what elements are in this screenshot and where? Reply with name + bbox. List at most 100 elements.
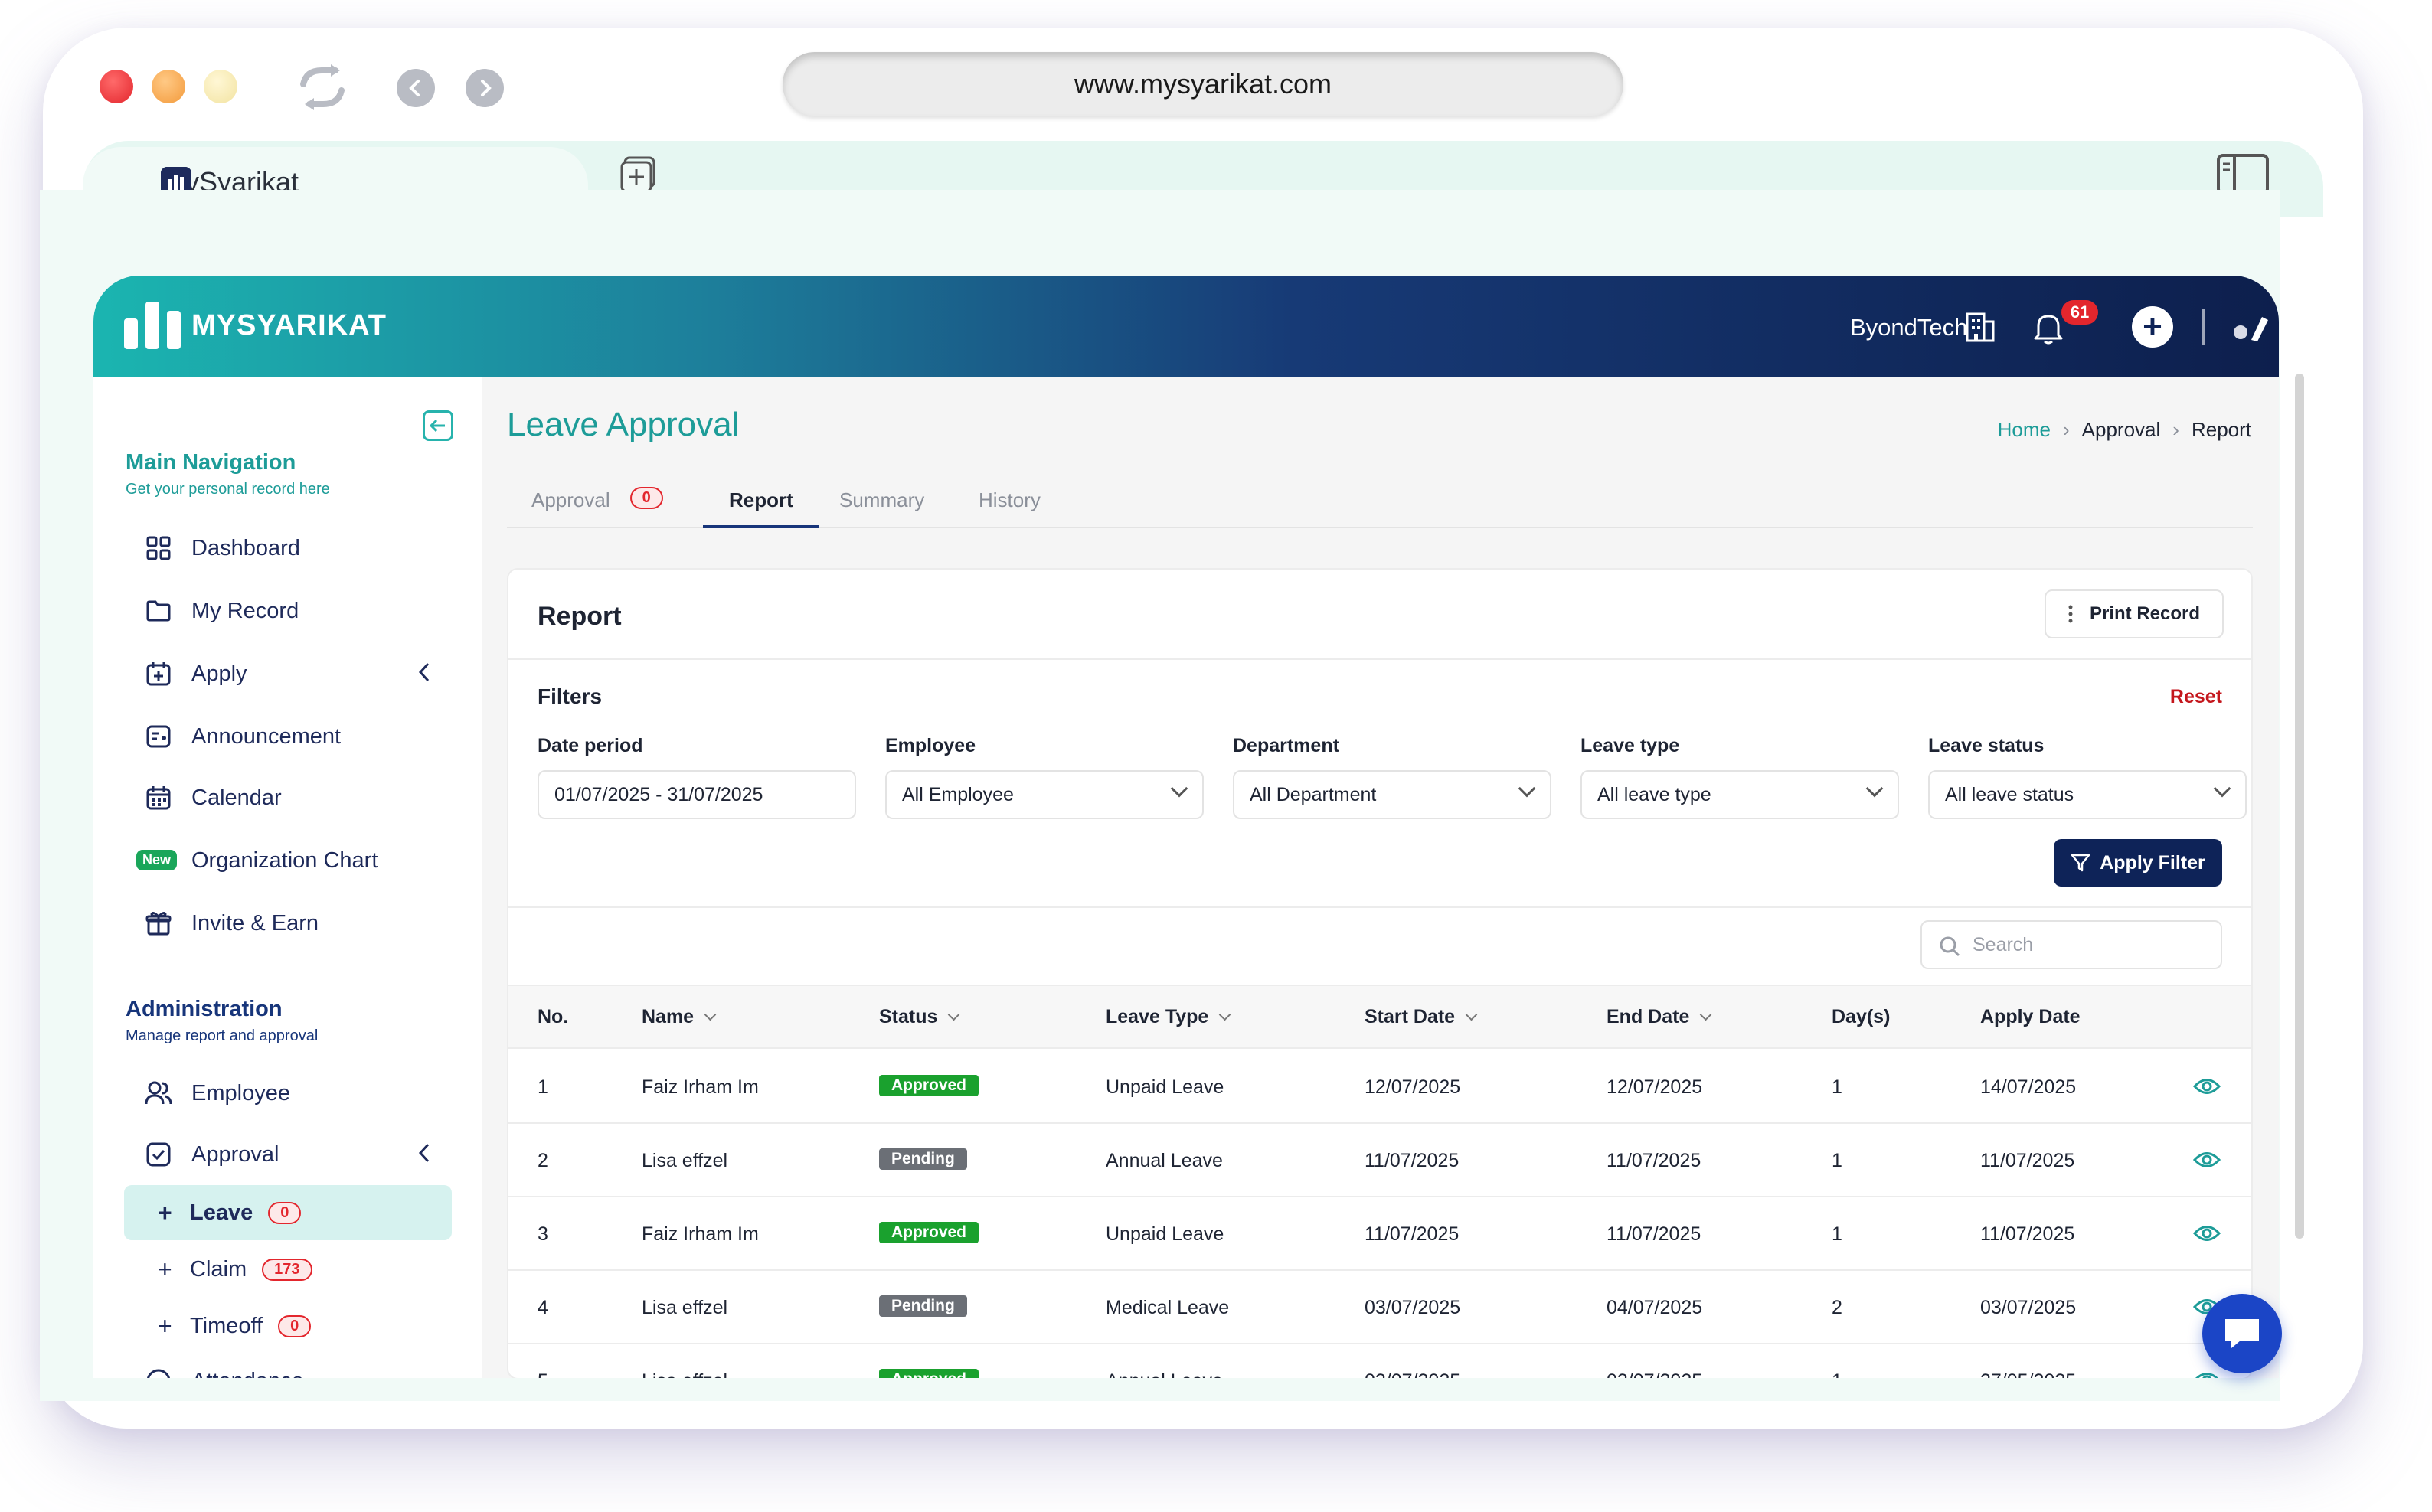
chevron-down-icon [1170,779,1188,798]
page-scrollbar[interactable] [2295,374,2304,1239]
column-end-date[interactable]: End Date [1607,1006,1712,1028]
view-eye-icon[interactable] [2193,1370,2221,1378]
chevron-down-icon [2213,779,2231,798]
table-row[interactable]: 2 Lisa effzel Pending Annual Leave 11/07/202… [508,1124,2251,1197]
status-badge: Approved [879,1222,979,1243]
quick-add-button[interactable]: + [2132,306,2173,348]
sidebar-item-my-record[interactable]: My Record [144,588,450,634]
maximize-window-button[interactable] [204,70,237,103]
theme-toggle-icon[interactable] [2231,312,2271,343]
sidebar-item-label: Employee [191,1080,290,1105]
filter-icon [2071,854,2090,872]
breadcrumb-approval[interactable]: Approval [2082,418,2161,442]
chevron-right-icon: › [2062,418,2070,441]
sort-icon [1700,1008,1712,1021]
search-input[interactable]: Search [1920,920,2222,969]
cell-start: 02/07/2025 [1365,1370,1460,1378]
cell-type: Annual Leave [1106,1370,1223,1378]
cell-apply: 11/07/2025 [1980,1223,2075,1245]
leave-type-value: All leave type [1597,783,1711,805]
administration-title: Administration [126,997,283,1021]
employee-select[interactable]: All Employee [885,770,1204,819]
top-header: MYSYARIKAT ByondTech 61 + [93,276,2279,377]
cell-days: 1 [1832,1150,1842,1171]
refresh-icon[interactable] [296,64,349,110]
sidebar-item-attendance[interactable]: Attendance [144,1358,450,1378]
org-chart-icon [144,846,173,875]
sidebar-item-employee[interactable]: Employee [144,1070,450,1116]
table-row[interactable]: 5 Lisa effzel Approved Annual Leave 02/07/20… [508,1344,2251,1378]
tab-label: History [979,488,1041,511]
date-period-label: Date period [538,735,643,756]
building-icon[interactable] [1965,309,1996,343]
employee-value: All Employee [902,783,1014,805]
sidebar-subitem-claim[interactable]: + Claim 173 [124,1242,452,1297]
sidebar-subitem-label: Leave [190,1200,253,1225]
new-tab-icon[interactable] [619,155,659,194]
column-name[interactable]: Name [642,1006,717,1028]
cell-type: Unpaid Leave [1106,1076,1224,1098]
cell-apply: 11/07/2025 [1980,1150,2075,1171]
sidebar-item-label: Attendance [191,1369,304,1379]
column-leave-type[interactable]: Leave Type [1106,1006,1231,1028]
table-row[interactable]: 4 Lisa effzel Pending Medical Leave 03/07/20… [508,1271,2251,1344]
view-eye-icon[interactable] [2193,1150,2221,1170]
sidebar-item-calendar[interactable]: Calendar [144,775,450,821]
sidebar-item-organization-chart[interactable]: Organization Chart [144,838,450,883]
date-period-input[interactable]: 01/07/2025 - 31/07/2025 [538,770,856,819]
bell-icon[interactable] [2032,311,2064,345]
sidebar-item-approval[interactable]: Approval [144,1132,450,1177]
sort-icon [704,1008,717,1021]
tab-history[interactable]: History [979,484,1041,528]
minimize-window-button[interactable] [152,70,185,103]
chat-button[interactable] [2202,1294,2282,1373]
cell-name: Lisa effzel [642,1150,728,1171]
tab-approval[interactable]: Approval 0 [531,484,663,528]
sidebar-subitem-label: Timeoff [190,1313,263,1338]
breadcrumb: Home › Approval › Report [1998,418,2251,442]
status-badge: Approved [879,1075,979,1096]
tab-summary[interactable]: Summary [839,484,924,528]
plus-icon: + [158,1255,172,1283]
forward-button[interactable] [466,69,504,107]
department-label: Department [1233,735,1339,756]
column-days: Day(s) [1832,1006,1891,1027]
leave-status-select[interactable]: All leave status [1928,770,2247,819]
leave-type-select[interactable]: All leave type [1580,770,1899,819]
sidebar-item-apply[interactable]: Apply [144,651,450,697]
close-window-button[interactable] [100,70,133,103]
kebab-menu-icon [2068,605,2073,623]
view-eye-icon[interactable] [2193,1076,2221,1096]
users-icon [144,1079,173,1108]
sidebar-item-dashboard[interactable]: Dashboard [144,525,450,571]
chevron-left-icon [418,1141,430,1169]
date-period-value: 01/07/2025 - 31/07/2025 [554,783,763,805]
cell-name: Lisa effzel [642,1297,728,1318]
column-status[interactable]: Status [879,1006,960,1028]
reset-button[interactable]: Reset [2170,686,2222,708]
report-title: Report [538,602,622,631]
brand-logo-icon [124,302,181,349]
column-start-date[interactable]: Start Date [1365,1006,1478,1028]
department-select[interactable]: All Department [1233,770,1551,819]
company-name[interactable]: ByondTech [1850,314,1967,341]
sidebar-subitem-leave[interactable]: + Leave 0 [124,1185,452,1240]
back-button[interactable] [397,69,435,107]
leave-status-value: All leave status [1945,783,2074,805]
clock-icon [144,1367,173,1378]
table-row[interactable]: 1 Faiz Irham Im Approved Unpaid Leave 12/07/… [508,1050,2251,1124]
sidebar-item-announcement[interactable]: Announcement [144,714,450,759]
cell-no: 2 [538,1150,548,1171]
tab-report[interactable]: Report [703,484,819,528]
table-row[interactable]: 3 Faiz Irham Im Approved Unpaid Leave 11/07/… [508,1197,2251,1271]
sidebar-subitem-timeoff[interactable]: + Timeoff 0 [124,1298,452,1354]
print-record-button[interactable]: Print Record [2045,589,2224,638]
apply-filter-button[interactable]: Apply Filter [2054,839,2222,887]
breadcrumb-home[interactable]: Home [1998,418,2051,442]
sidebar-item-invite-earn[interactable]: Invite & Earn [144,900,450,946]
address-bar[interactable]: www.mysyarikat.com [783,52,1623,116]
collapse-sidebar-button[interactable] [423,410,453,441]
sort-icon [1465,1008,1478,1021]
column-apply-date: Apply Date [1980,1006,2081,1027]
view-eye-icon[interactable] [2193,1223,2221,1243]
